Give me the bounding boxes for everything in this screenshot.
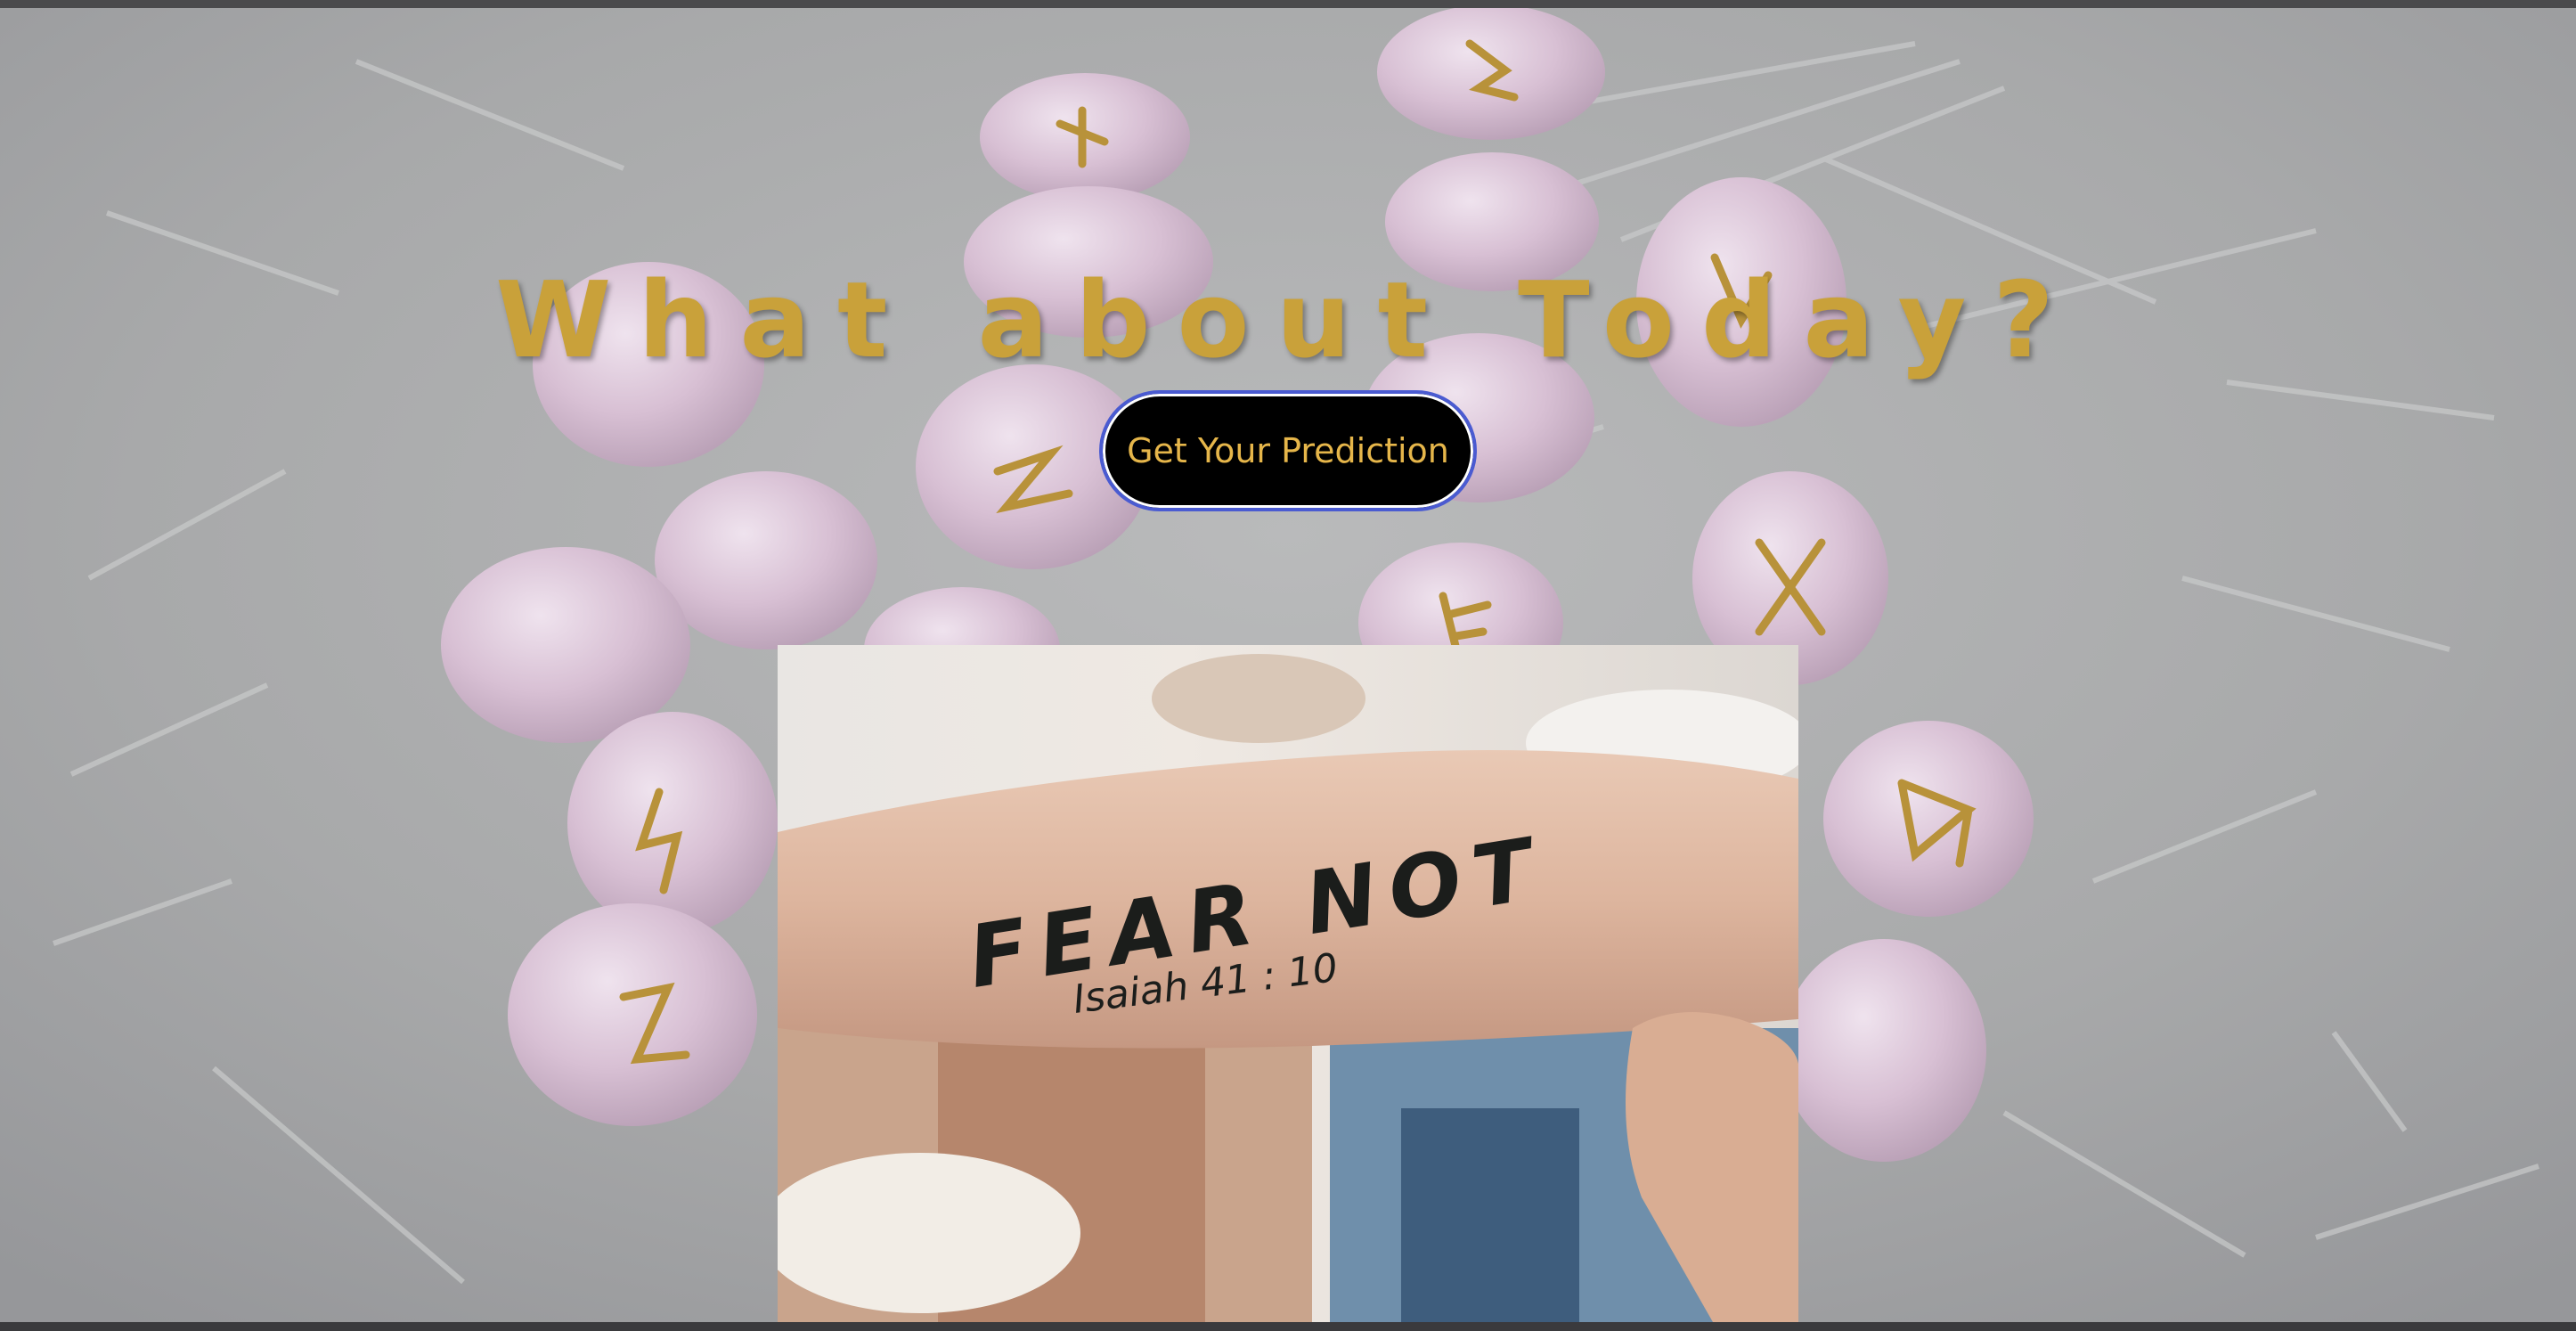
forearm-tattoo-photo: FEAR NOT Isaiah 41 : 10 bbox=[778, 645, 1798, 1322]
browser-bottom-strip bbox=[0, 1322, 2576, 1331]
page-title: What about Today? bbox=[495, 258, 2081, 381]
get-prediction-button[interactable]: Get Your Prediction bbox=[1099, 390, 1477, 511]
browser-top-strip bbox=[0, 0, 2576, 8]
page: What about Today? Get Your Prediction FE… bbox=[0, 0, 2576, 1331]
